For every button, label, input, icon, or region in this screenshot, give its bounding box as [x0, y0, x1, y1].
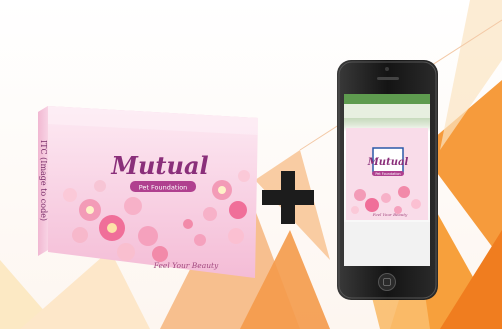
screen-subtitle: Pet Foundation: [375, 172, 400, 176]
product-box: Mutual Pet Foundation Feel Your Beauty I…: [38, 106, 258, 278]
box-subtitle: Pet Foundation: [139, 184, 188, 192]
ad-illustration: Mutual Pet Foundation Feel Your Beauty I…: [0, 0, 502, 329]
screen-tagline: Feel Your Beauty: [372, 212, 408, 217]
screen-brand-title: Mutual: [367, 157, 409, 168]
camera-icon: [385, 67, 389, 71]
home-button[interactable]: [378, 273, 396, 291]
box-brand-title: Mutual: [110, 151, 208, 180]
ad-canvas: Mutual Pet Foundation Feel Your Beauty I…: [0, 0, 502, 329]
box-tagline: Feel Your Beauty: [153, 261, 219, 270]
earpiece: [377, 77, 399, 80]
smartphone: Mutual Pet Foundation Feel Your Beauty: [337, 60, 438, 300]
box-side-text: ITC (Image to code): [39, 140, 48, 221]
